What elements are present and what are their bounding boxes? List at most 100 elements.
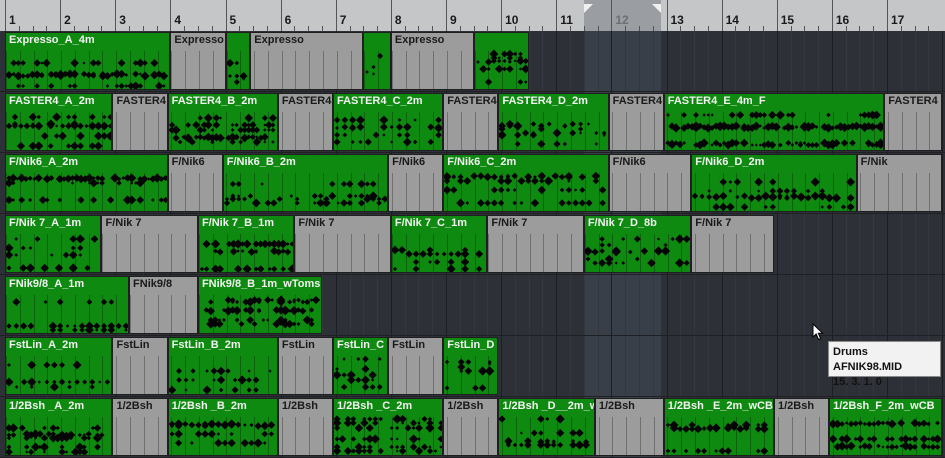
midi-part[interactable]: 1/2Bsh _E_2m_wCB (663, 398, 774, 456)
midi-part[interactable]: F/Nik 7_B_1m (197, 215, 295, 273)
part-beat-line (598, 417, 600, 455)
midi-part[interactable]: F/Nik6_A_2m (5, 154, 168, 212)
part-name: F/Nik (860, 156, 888, 168)
part-beat-line (639, 173, 641, 211)
muted-midi-part[interactable]: FASTER4 (443, 93, 499, 151)
part-beat-line (171, 234, 173, 272)
ruler-bar-number: 10 (505, 13, 519, 27)
ruler-bar-number: 8 (394, 13, 402, 27)
midi-part[interactable]: F/Nik 7_A_1m (5, 215, 102, 273)
muted-midi-part[interactable]: Expresso (250, 32, 364, 90)
muted-midi-part[interactable]: F/Nik6 (608, 154, 692, 212)
part-name: FASTER4_C_2m (336, 95, 423, 107)
muted-midi-part[interactable]: 1/2Bsh (277, 398, 333, 456)
midi-part[interactable]: FstLin_A_2m (5, 337, 113, 395)
midi-part[interactable]: FNik9/8_B_1m_wToms (197, 276, 322, 334)
midi-part[interactable]: FASTER4_D_2m (498, 93, 609, 151)
ruler-bar-number: 2 (64, 13, 71, 27)
ruler-bar-tick (390, 0, 392, 31)
timeline-ruler[interactable]: 1 2 3 4 5 6 7 8 9 10 11 12 13 14 15 16 17 (0, 0, 945, 32)
midi-part[interactable] (473, 32, 529, 90)
ruler-bar-number: 15 (780, 13, 795, 27)
midi-part[interactable]: FASTER4_C_2m (332, 93, 444, 151)
midi-part[interactable] (363, 32, 391, 90)
muted-midi-part[interactable]: FstLin (112, 337, 168, 395)
part-beat-line (322, 51, 324, 89)
midi-part[interactable]: FstLin_B_2m (167, 337, 278, 395)
muted-midi-part[interactable]: Expresso (390, 32, 474, 90)
part-beat-line (116, 234, 118, 272)
part-name: FstLin_C (336, 339, 385, 351)
midi-part[interactable]: FstLin_C (332, 337, 389, 395)
loop-right-locator[interactable] (651, 4, 661, 13)
muted-midi-part[interactable]: FASTER4 (608, 93, 664, 151)
midi-part[interactable]: F/Nik 7_C_1m (390, 215, 488, 273)
part-beat-line (929, 173, 931, 211)
part-beat-line (557, 234, 559, 272)
midi-part[interactable]: 1/2Bsh_F_2m_wCB (829, 398, 943, 456)
midi-part[interactable]: Expresso_A_4m (5, 32, 171, 90)
part-name: FNik9/8_B_1m_wToms (201, 278, 321, 290)
muted-midi-part[interactable]: F/Nik (856, 154, 943, 212)
part-beat-line (143, 234, 145, 272)
midi-part[interactable]: F/Nik6_C_2m (443, 154, 609, 212)
part-beat-line (446, 417, 448, 455)
midi-part[interactable]: F/Nik 7_D_8b (583, 215, 692, 273)
muted-midi-part[interactable]: F/Nik6 (167, 154, 223, 212)
muted-midi-part[interactable]: FstLin (277, 337, 333, 395)
midi-events (365, 52, 384, 76)
part-beat-line (322, 356, 324, 394)
midi-part[interactable]: 1/2Bsh _D__2m_w (498, 398, 595, 456)
muted-midi-part[interactable]: FASTER4 (112, 93, 168, 151)
muted-midi-part[interactable]: F/Nik 7 (294, 215, 391, 273)
part-name: FASTER4_D_2m (502, 95, 588, 107)
part-beat-line (750, 234, 752, 272)
ruler-bar-tick (60, 0, 62, 31)
midi-part[interactable]: F/Nik6_D_2m (691, 154, 857, 212)
part-name: Expresso (394, 34, 445, 46)
muted-midi-part[interactable]: FASTER4 (277, 93, 333, 151)
muted-midi-part[interactable]: F/Nik 7 (101, 215, 198, 273)
midi-part[interactable]: FASTER4_A_2m (5, 93, 113, 151)
muted-midi-part[interactable]: F/Nik 7 (487, 215, 584, 273)
part-beat-line (309, 356, 311, 394)
midi-part[interactable]: F/Nik6_B_2m (222, 154, 389, 212)
muted-midi-part[interactable]: 1/2Bsh (443, 398, 499, 456)
muted-midi-part[interactable]: FNik9/8 (129, 276, 198, 334)
muted-midi-part[interactable]: F/Nik6 (388, 154, 444, 212)
part-beat-line (336, 234, 338, 272)
midi-part[interactable]: FASTER4_E_4m_F (663, 93, 885, 151)
midi-part[interactable]: 1/2Bsh _A_2m (5, 398, 113, 456)
part-name: FASTER4_E_4m_F (667, 95, 766, 107)
muted-midi-part[interactable]: FstLin (388, 337, 444, 395)
midi-part[interactable]: FNik9/8_A_1m (5, 276, 130, 334)
part-beat-line (116, 356, 118, 394)
part-name: F/Nik 7 (298, 217, 335, 229)
midi-part[interactable]: 1/2Bsh _B_2m (167, 398, 278, 456)
ruler-bar-tick (776, 0, 778, 31)
part-beat-line (295, 51, 297, 89)
part-name: 1/2Bsh _B_2m (171, 400, 247, 412)
part-beat-line (295, 234, 297, 272)
loop-left-locator[interactable] (583, 4, 593, 13)
part-beat-line (653, 417, 655, 455)
muted-midi-part[interactable]: 1/2Bsh (773, 398, 830, 456)
part-beat-line (419, 51, 421, 89)
muted-midi-part[interactable]: 1/2Bsh (112, 398, 168, 456)
part-beat-line (874, 173, 876, 211)
midi-part[interactable]: FstLin_D (443, 337, 499, 395)
part-beat-line (763, 234, 765, 272)
part-beat-line (460, 417, 462, 455)
midi-part[interactable]: FASTER4_B_2m (167, 93, 278, 151)
midi-part[interactable] (225, 32, 251, 90)
part-name: FstLin_A_2m (9, 339, 79, 351)
event-display[interactable]: Expresso_A_4m Expresso Expresso Expresso FAS… (0, 31, 945, 458)
muted-midi-part[interactable]: F/Nik 7 (691, 215, 774, 273)
midi-part[interactable]: 1/2Bsh _C_2m (332, 398, 444, 456)
part-name: 1/2Bsh_F_2m_wCB (833, 400, 935, 412)
muted-midi-part[interactable]: 1/2Bsh (594, 398, 664, 456)
part-name: Expresso (174, 34, 224, 46)
muted-midi-part[interactable]: FASTER4 (884, 93, 943, 151)
part-name: FstLin (116, 339, 150, 351)
muted-midi-part[interactable]: Expresso (170, 32, 226, 90)
